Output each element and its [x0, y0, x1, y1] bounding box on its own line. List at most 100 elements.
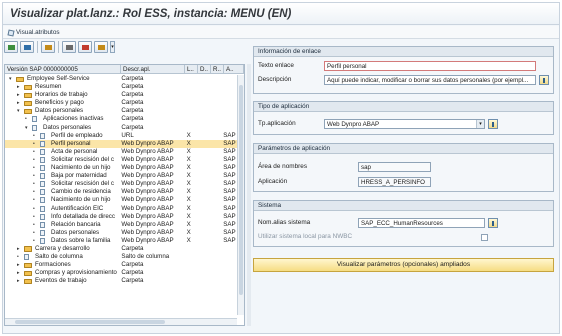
tree-row[interactable]: ▸ Resumen Carpeta: [5, 83, 237, 91]
tree-node[interactable]: • Datos personales: [5, 229, 119, 237]
tree-row[interactable]: • Perfil de empleado URL X SAP: [5, 132, 237, 140]
tree-node[interactable]: ▸ Horarios de trabajo: [5, 91, 119, 99]
system-alias-info-icon[interactable]: [488, 218, 498, 228]
document-icon: [40, 132, 45, 139]
tree-row[interactable]: • Cambio de residencia Web Dynpro ABAP X…: [5, 188, 237, 196]
tree-node-flag-l: [183, 99, 196, 107]
tree-node[interactable]: ▸ Eventos de trabajo: [5, 277, 119, 285]
tree-row[interactable]: • Datos sobre la familia Web Dynpro ABAP…: [5, 237, 237, 245]
tree-node[interactable]: • Baja por maternidad: [5, 172, 119, 180]
collapse-icon[interactable]: ▾: [9, 75, 12, 83]
tree-node[interactable]: • Autentificación EIC: [5, 205, 119, 213]
layout-icon[interactable]: [94, 40, 108, 53]
delete-icon[interactable]: [78, 40, 92, 53]
tree-row[interactable]: ▾ Datos personales Carpeta: [5, 107, 237, 115]
document-icon: [40, 221, 45, 228]
panel-splitter[interactable]: [247, 64, 251, 326]
app-type-select[interactable]: Web Dynpro ABAP ▾: [324, 119, 485, 129]
chevron-down-icon[interactable]: ▾: [476, 120, 484, 128]
app-type-info-icon[interactable]: [488, 119, 498, 129]
tree-node[interactable]: ▸ Resumen: [5, 83, 119, 91]
collapse-icon[interactable]: ▾: [17, 107, 20, 115]
namespace-field[interactable]: sap: [358, 162, 431, 172]
column-header-a[interactable]: A..: [224, 65, 244, 74]
tree-node[interactable]: • Solicitar rescisión del c: [5, 180, 119, 188]
tree-row[interactable]: • Solicitar rescisión del c Web Dynpro A…: [5, 180, 237, 188]
hierarchy-icon[interactable]: [41, 40, 55, 53]
tree-node[interactable]: ▸ Carrera y desarrollo: [5, 245, 119, 253]
tree-row[interactable]: ▸ Carrera y desarrollo Carpeta: [5, 245, 237, 253]
tree-row[interactable]: • Datos personales Web Dynpro ABAP X SAP: [5, 229, 237, 237]
tree-node[interactable]: • Info detallada de direcc: [5, 213, 119, 221]
tree-row[interactable]: • Baja por maternidad Web Dynpro ABAP X …: [5, 172, 237, 180]
edit-description-icon[interactable]: [539, 75, 549, 85]
tree-row[interactable]: • Salto de columna Salto de columna: [5, 253, 237, 261]
tree-node[interactable]: • Nacimiento de un hijo: [5, 196, 119, 204]
tree-row[interactable]: ▸ Formaciones Carpeta: [5, 261, 237, 269]
expand-icon[interactable]: ▸: [17, 277, 20, 285]
tree-node-descr: Web Dynpro ABAP: [121, 220, 174, 228]
tree-row[interactable]: • Acta de personal Web Dynpro ABAP X SAP: [5, 148, 237, 156]
tree-row[interactable]: ▾ Employee Self-Service Carpeta: [5, 75, 237, 83]
visual-attributes-menu[interactable]: Visual.atributos: [7, 28, 60, 37]
column-header-d[interactable]: D..: [198, 65, 211, 74]
tree-node[interactable]: • Perfil personal: [5, 140, 119, 148]
tree-node[interactable]: • Perfil de empleado: [5, 132, 119, 140]
expand-icon[interactable]: ▸: [17, 91, 20, 99]
tree-node[interactable]: • Acta de personal: [5, 148, 119, 156]
system-alias-field[interactable]: SAP_ECC_HumanResources: [358, 218, 485, 228]
link-text-field[interactable]: Perfil personal: [324, 61, 536, 71]
show-extended-params-button[interactable]: Visualizar parámetros (opcionales) ampli…: [253, 258, 554, 272]
tree-row-selected[interactable]: • Perfil personal Web Dynpro ABAP X SAP: [5, 139, 237, 148]
tree-row[interactable]: • Info detallada de direcc Web Dynpro AB…: [5, 213, 237, 221]
tree-horizontal-scrollbar[interactable]: [5, 318, 237, 325]
tree-row[interactable]: ▸ Beneficios y pago Carpeta: [5, 99, 237, 107]
column-header-version[interactable]: Versión SAP 0000000005: [5, 65, 121, 74]
column-header-r[interactable]: R..: [211, 65, 224, 74]
tree-node[interactable]: ▸ Formaciones: [5, 261, 119, 269]
tree-row[interactable]: ▸ Eventos de trabajo Carpeta: [5, 277, 237, 285]
layout-dropdown-icon[interactable]: ▾: [110, 40, 115, 53]
expand-all-icon[interactable]: [4, 40, 18, 53]
tree-node[interactable]: • Solicitar rescisión del c: [5, 156, 119, 164]
application-field[interactable]: HRESS_A_PERSINFO: [358, 177, 431, 187]
expand-icon[interactable]: ▸: [17, 261, 20, 269]
folder-icon: [24, 262, 32, 269]
tree-node[interactable]: • Aplicaciones inactivas: [5, 115, 119, 123]
scroll-thumb[interactable]: [239, 85, 243, 295]
tree-node[interactable]: • Datos sobre la familia: [5, 237, 119, 245]
tree-row[interactable]: ▸ Compras y aprovisionamiento Carpeta: [5, 269, 237, 277]
tree-node[interactable]: ▾ Datos personales: [5, 107, 119, 115]
tree-node[interactable]: • Relación bancaria: [5, 221, 119, 229]
tree-row[interactable]: • Nacimiento de un hijo Web Dynpro ABAP …: [5, 164, 237, 172]
tree-row[interactable]: • Aplicaciones inactivas Carpeta: [5, 115, 237, 123]
tree-node-flag-l: X: [186, 139, 191, 147]
tree-row[interactable]: • Nacimiento de un hijo Web Dynpro ABAP …: [5, 196, 237, 204]
expand-icon[interactable]: ▸: [17, 245, 20, 253]
collapse-icon[interactable]: ▾: [25, 124, 28, 132]
collapse-all-icon[interactable]: [20, 40, 34, 53]
tree-node[interactable]: ▸ Beneficios y pago: [5, 99, 119, 107]
copy-icon[interactable]: [62, 40, 76, 53]
tree-row[interactable]: • Relación bancaria Web Dynpro ABAP X SA…: [5, 221, 237, 229]
tree-row[interactable]: ▾ Datos personales Carpeta: [5, 124, 237, 132]
expand-icon[interactable]: ▸: [17, 83, 20, 91]
tree-node[interactable]: • Salto de columna: [5, 253, 119, 261]
tree-row[interactable]: • Solicitar rescisión del c Web Dynpro A…: [5, 156, 237, 164]
tree-node[interactable]: • Nacimiento de un hijo: [5, 164, 119, 172]
tree-vertical-scrollbar[interactable]: [237, 75, 244, 315]
column-header-descr[interactable]: Descr.apl.: [121, 65, 185, 74]
tree-node[interactable]: ▸ Compras y aprovisionamiento: [5, 269, 119, 277]
system-group: Sistema Nom.alias sistema SAP_ECC_HumanR…: [253, 200, 554, 247]
expand-icon[interactable]: ▸: [17, 269, 20, 277]
expand-icon[interactable]: ▸: [17, 99, 20, 107]
tree-row[interactable]: ▸ Horarios de trabajo Carpeta: [5, 91, 237, 99]
tree-row[interactable]: • Autentificación EIC Web Dynpro ABAP X …: [5, 205, 237, 213]
scroll-thumb[interactable]: [15, 320, 165, 324]
tree-node[interactable]: • Cambio de residencia: [5, 188, 119, 196]
description-field[interactable]: Aquí puede indicar, modificar o borrar s…: [324, 75, 536, 85]
column-header-l[interactable]: L..: [185, 65, 198, 74]
local-system-checkbox[interactable]: [481, 234, 488, 241]
tree-node[interactable]: ▾ Employee Self-Service: [5, 75, 119, 83]
tree-node[interactable]: ▾ Datos personales: [5, 124, 119, 132]
